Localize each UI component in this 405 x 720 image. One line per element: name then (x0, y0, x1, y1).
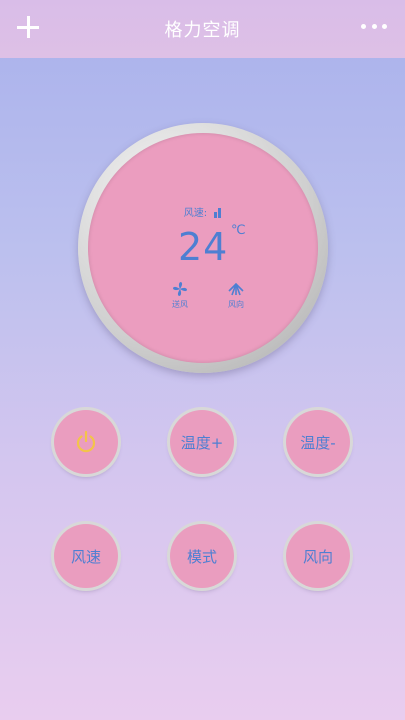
fan-icon (173, 282, 187, 296)
swing-direction-button[interactable]: 风向 (286, 524, 350, 588)
fan-speed-button[interactable]: 风速 (54, 524, 118, 588)
power-button[interactable] (54, 410, 118, 474)
more-horizontal-icon[interactable] (361, 22, 387, 30)
temperature-unit: ℃ (231, 223, 246, 238)
top-bar: 格力空调 (0, 0, 405, 58)
page-title: 格力空调 (164, 20, 241, 41)
mode-button[interactable]: 模式 (170, 524, 234, 588)
dial-face: 风速: 24 ℃ 送风 风向 (88, 133, 318, 363)
fan-speed-bars-icon (214, 208, 222, 221)
mode-fan-label: 送风 (172, 300, 188, 309)
swing-direction-icon (228, 282, 244, 296)
temperature-up-button[interactable]: 温度+ (170, 410, 234, 474)
mode-fan: 送风 (163, 281, 197, 310)
fan-speed-indicator: 风速: (88, 204, 318, 221)
mode-direction: 风向 (219, 281, 253, 310)
temperature-dial: 风速: 24 ℃ 送风 风向 (78, 123, 328, 373)
fan-speed-label: 风速: (183, 208, 208, 219)
power-icon (76, 430, 96, 453)
temperature-value: 24 (178, 225, 229, 269)
temperature-down-button[interactable]: 温度- (286, 410, 350, 474)
mode-direction-label: 风向 (228, 300, 244, 309)
